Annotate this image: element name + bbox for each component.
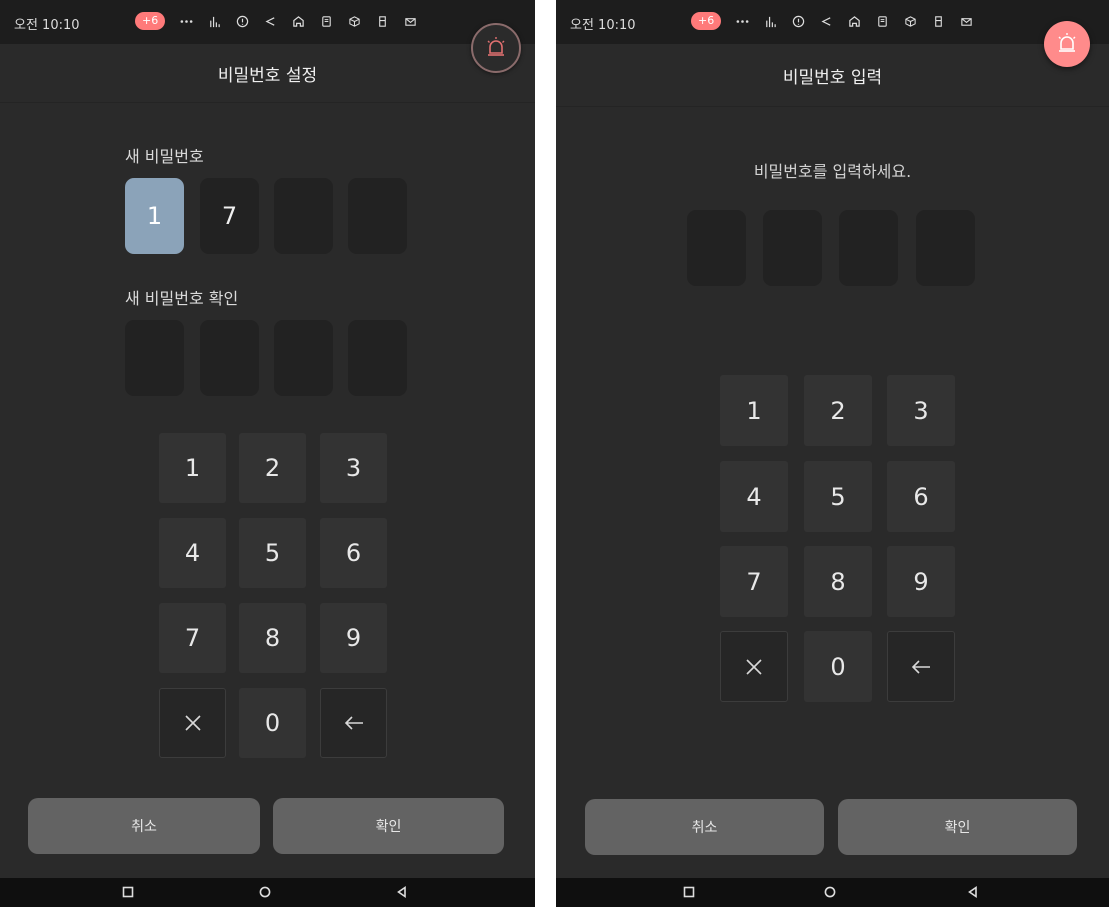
notification-badge: +6	[691, 12, 722, 30]
recent-apps-icon[interactable]	[121, 885, 135, 899]
password-entry-screen: 오전 10:10 +6 비밀번호 입력 비밀번호를 입력하세요. 1 2 3 4…	[556, 0, 1109, 907]
more-dots-icon	[180, 15, 193, 28]
keypad-key-6[interactable]: 6	[320, 518, 387, 588]
document-icon	[876, 15, 889, 28]
alert-circle-icon	[236, 15, 249, 28]
alert-circle-icon	[792, 15, 805, 28]
more-dots-icon	[736, 15, 749, 28]
home-circle-icon[interactable]	[823, 885, 837, 899]
back-triangle-icon[interactable]	[966, 885, 980, 899]
keypad-key-4[interactable]: 4	[720, 461, 788, 532]
confirm-button[interactable]: 확인	[838, 799, 1077, 855]
confirm-password-label: 새 비밀번호 확인	[125, 289, 239, 308]
keypad-clear-button[interactable]	[159, 688, 226, 758]
new-password-label: 새 비밀번호	[125, 147, 204, 166]
keypad-key-2[interactable]: 2	[804, 375, 872, 446]
confirm-pin-digit-3[interactable]	[274, 320, 333, 396]
new-pin-digit-4[interactable]	[348, 178, 407, 254]
document-icon	[320, 15, 333, 28]
new-pin-digit-2[interactable]: 7	[200, 178, 259, 254]
keypad-key-9[interactable]: 9	[887, 546, 955, 617]
confirm-pin-digit-2[interactable]	[200, 320, 259, 396]
keypad-backspace-button[interactable]	[320, 688, 387, 758]
keypad-key-5[interactable]: 5	[804, 461, 872, 532]
status-time: 오전 10:10	[14, 18, 80, 33]
password-setup-screen: 오전 10:10 +6 비밀번호 설정 새 비밀번호 1 7 새 비밀번호 확인…	[0, 0, 535, 907]
new-pin-digit-1[interactable]: 1	[125, 178, 184, 254]
cancel-button[interactable]: 취소	[28, 798, 260, 854]
mail-icon	[404, 15, 417, 28]
page-title: 비밀번호 설정	[0, 44, 535, 103]
keypad-key-3[interactable]: 3	[320, 433, 387, 503]
pin-digit-1[interactable]	[687, 210, 746, 286]
arrow-left-icon	[911, 659, 930, 674]
pin-digit-2[interactable]	[763, 210, 822, 286]
keypad-key-0[interactable]: 0	[239, 688, 306, 758]
keypad-key-7[interactable]: 7	[159, 603, 226, 673]
arrow-left-icon	[344, 716, 363, 730]
status-time: 오전 10:10	[570, 18, 636, 33]
confirm-pin-digit-4[interactable]	[348, 320, 407, 396]
status-icons: +6	[691, 12, 973, 30]
keypad-clear-button[interactable]	[720, 631, 788, 702]
cube-icon	[348, 15, 361, 28]
keypad-key-4[interactable]: 4	[159, 518, 226, 588]
new-pin-digit-3[interactable]	[274, 178, 333, 254]
keypad-key-0[interactable]: 0	[804, 631, 872, 702]
home-icon	[292, 15, 305, 28]
notification-badge: +6	[135, 12, 166, 30]
navigation-bar	[0, 878, 535, 907]
page-title: 비밀번호 입력	[556, 44, 1109, 107]
bookmark-icon	[376, 15, 389, 28]
bar-chart-icon	[764, 15, 777, 28]
cancel-button[interactable]: 취소	[585, 799, 824, 855]
keypad-key-3[interactable]: 3	[887, 375, 955, 446]
bookmark-icon	[932, 15, 945, 28]
keypad-backspace-button[interactable]	[887, 631, 955, 702]
pin-digit-3[interactable]	[839, 210, 898, 286]
pin-digit-4[interactable]	[916, 210, 975, 286]
share-icon	[264, 15, 277, 28]
recent-apps-icon[interactable]	[682, 885, 696, 899]
keypad-key-5[interactable]: 5	[239, 518, 306, 588]
password-prompt: 비밀번호를 입력하세요.	[753, 162, 912, 181]
status-bar: 오전 10:10 +6	[556, 0, 1109, 44]
status-bar: 오전 10:10 +6	[0, 0, 535, 44]
keypad-key-1[interactable]: 1	[159, 433, 226, 503]
keypad-key-2[interactable]: 2	[239, 433, 306, 503]
home-circle-icon[interactable]	[258, 885, 272, 899]
cube-icon	[904, 15, 917, 28]
keypad-key-7[interactable]: 7	[720, 546, 788, 617]
bar-chart-icon	[208, 15, 221, 28]
close-icon	[746, 658, 762, 675]
keypad-key-1[interactable]: 1	[720, 375, 788, 446]
close-icon	[184, 715, 201, 731]
back-triangle-icon[interactable]	[395, 885, 409, 899]
keypad-key-6[interactable]: 6	[887, 461, 955, 532]
confirm-button[interactable]: 확인	[273, 798, 504, 854]
confirm-pin-digit-1[interactable]	[125, 320, 184, 396]
home-icon	[848, 15, 861, 28]
keypad-key-8[interactable]: 8	[804, 546, 872, 617]
keypad-key-8[interactable]: 8	[239, 603, 306, 673]
mail-icon	[960, 15, 973, 28]
share-icon	[820, 15, 833, 28]
navigation-bar	[556, 878, 1109, 907]
status-icons: +6	[135, 12, 417, 30]
keypad-key-9[interactable]: 9	[320, 603, 387, 673]
